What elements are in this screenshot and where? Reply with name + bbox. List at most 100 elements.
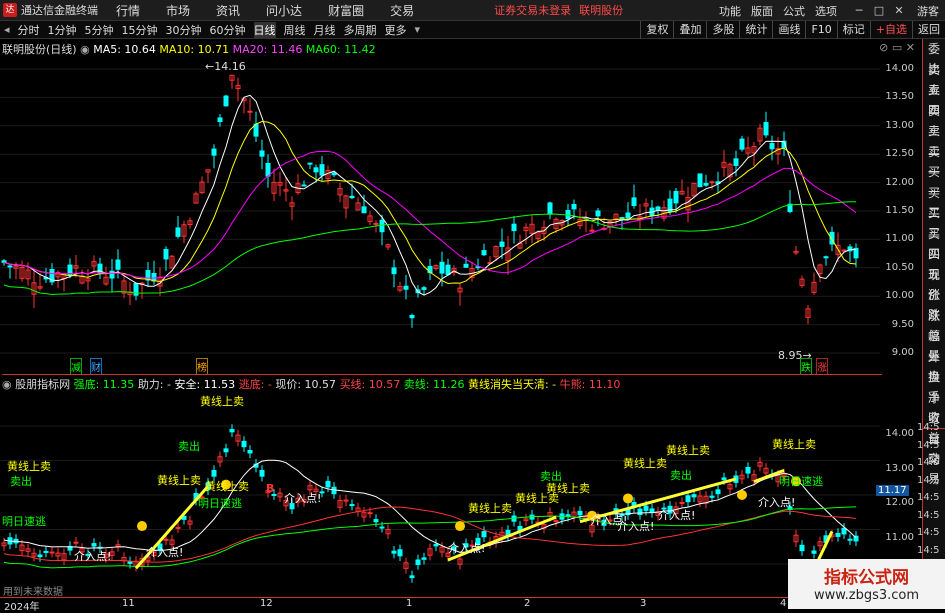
indicator-chart[interactable] [0,389,880,597]
candle-body [733,158,739,166]
candle-body [511,223,517,232]
candle-body [349,195,355,199]
period-30min[interactable]: 30分钟 [166,22,202,38]
menu-guest[interactable]: 游客 [917,3,939,19]
menu-ask[interactable]: 问小达 [266,2,302,19]
indicator-bar [409,575,415,579]
sidebar-item[interactable]: 买三 [923,203,945,240]
menu-trade[interactable]: 交易 [390,2,414,19]
indicator-bar [811,550,817,554]
period-60min[interactable]: 60分钟 [210,22,246,38]
axis-tick: 11.50 [885,205,914,216]
sidebar-item[interactable]: 委比 [923,39,945,76]
period-weekly[interactable]: 周线 [284,22,306,38]
tool-multi[interactable]: 多股 [706,21,739,39]
candle-body [7,265,13,268]
candle-body [265,163,271,177]
collapse-icon[interactable]: ◂ [4,23,10,36]
axis-tick: 12.50 [885,148,914,160]
tool-mark[interactable]: 标记 [836,21,870,39]
tool-overlay[interactable]: 叠加 [673,21,706,39]
face-icon [137,521,147,532]
sidebar-item[interactable]: 换手 [923,367,945,404]
indicator-bar [481,531,487,538]
sidebar-item[interactable]: 卖一 [923,142,945,179]
date-label: 2024年 [4,602,40,613]
tool-f10[interactable]: F10 [805,21,836,39]
sell-signal: 黄线上卖 [157,474,201,487]
candle-body [391,267,397,275]
minimize-icon[interactable]: ─ [851,4,867,17]
entry-signal: 介入点! [284,492,322,505]
period-15min[interactable]: 15分钟 [122,22,158,38]
candle-body [409,315,415,319]
period-more[interactable]: 更多 [385,22,407,38]
menu-quotes[interactable]: 行情 [116,2,140,19]
sell-signal: 黄线上卖 [623,457,667,470]
candle-body [823,256,829,259]
menu-function[interactable]: 功能 [719,3,741,19]
sidebar-item[interactable]: 买四 [923,224,945,261]
tool-stats[interactable]: 统计 [739,21,772,39]
chevron-down-icon[interactable]: ▾ [415,23,421,36]
indicator-bar [373,519,379,523]
candle-body [673,190,679,204]
tool-add-watch[interactable]: +自选 [869,21,912,39]
sidebar-item[interactable]: 卖五 [923,60,945,97]
sidebar-item[interactable]: 卖三 [923,101,945,138]
finance-badge[interactable]: 财 [90,358,102,375]
menu-formula[interactable]: 公式 [783,3,805,19]
period-multi[interactable]: 多周期 [344,22,377,38]
candle-body [595,210,601,217]
sidebar-item[interactable]: 买五 [923,244,945,281]
entry-signal: 介入点! [758,496,796,509]
indicator-bar [433,543,439,547]
indicator-bar [679,501,685,504]
indicator-bar [685,495,691,503]
period-tick[interactable]: 分时 [18,22,40,38]
candle-body [841,249,847,252]
sidebar-item[interactable]: 卖四 [923,80,945,117]
tool-draw[interactable]: 画线 [772,21,805,39]
panel-window-icons[interactable]: ⊘ ▭ ✕ [879,41,915,54]
sidebar-item[interactable]: 总量 [923,326,945,363]
date-label: 3 [640,598,647,609]
kline-chart[interactable] [0,55,880,373]
indicator-name[interactable]: 股朋指标网 [15,378,70,391]
limit-up-badge[interactable]: 涨 [816,358,828,375]
tool-adjust[interactable]: 复权 [640,21,673,39]
restore-icon[interactable]: □ [871,4,887,17]
menu-news[interactable]: 资讯 [216,2,240,19]
tool-back[interactable]: 返回 [912,21,945,39]
menu-market[interactable]: 市场 [166,2,190,19]
sidebar-item[interactable]: 涨幅 [923,306,945,343]
login-status[interactable]: 证券交易未登录 [494,2,571,18]
period-daily[interactable]: 日线 [253,21,276,38]
sidebar-item[interactable]: 净资 [923,388,945,425]
menu-wealth[interactable]: 财富圈 [328,2,364,19]
axis-tick: 13.00 [885,119,914,131]
rank-badge[interactable]: 榜 [196,358,208,375]
limit-down-badge[interactable]: 跌 [800,358,812,375]
settings-icon[interactable]: ◉ [2,378,12,391]
close-icon[interactable]: ✕ [891,4,907,17]
sidebar-item[interactable]: 涨跌 [923,285,945,322]
sidebar-item[interactable]: 现价 [923,265,945,302]
menu-layout[interactable]: 版面 [751,3,773,19]
sell-signal: 黄线上卖 [666,444,710,457]
sell-signal: 黄线上卖 [205,480,249,493]
candle-body [163,248,169,260]
event-badge[interactable]: 减 [70,358,82,375]
period-1min[interactable]: 1分钟 [48,22,77,38]
sidebar-item[interactable]: 买一 [923,162,945,199]
sidebar-item[interactable]: 卖二 [923,121,945,158]
menu-options[interactable]: 选项 [815,3,837,19]
candle-body [703,183,709,186]
sidebar-item[interactable]: 买二 [923,183,945,220]
period-5min[interactable]: 5分钟 [85,22,114,38]
indicator-bar [637,508,643,515]
sidebar-item[interactable]: 外盘 [923,347,945,384]
period-monthly[interactable]: 月线 [314,22,336,38]
sell-signal: 黄线上卖 [546,482,590,495]
indicator-bar [721,477,727,481]
